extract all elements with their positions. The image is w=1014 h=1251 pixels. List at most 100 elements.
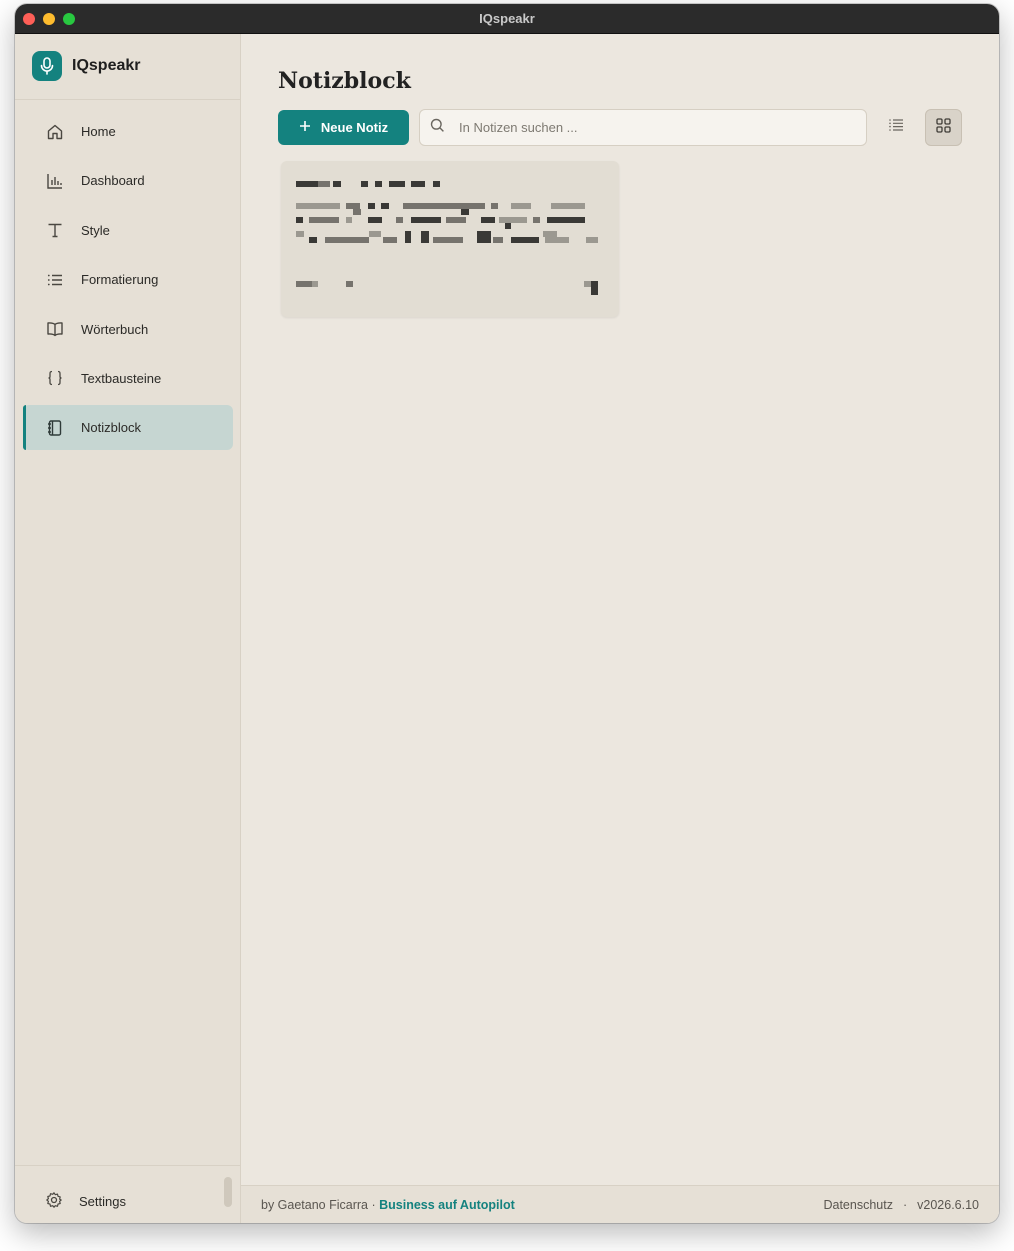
redacted-pixel-block xyxy=(325,237,369,243)
redacted-pixel-block xyxy=(361,181,368,187)
redacted-pixel-block xyxy=(551,203,585,209)
redacted-pixel-block xyxy=(446,217,466,223)
search-input[interactable] xyxy=(459,120,839,135)
list-view-button[interactable] xyxy=(881,112,911,142)
redacted-pixel-block xyxy=(346,217,352,223)
redacted-pixel-block xyxy=(296,181,318,187)
brand-name: IQspeakr xyxy=(72,57,141,74)
redacted-pixel-block xyxy=(346,281,353,287)
new-note-button[interactable]: Neue Notiz xyxy=(278,110,409,145)
redacted-pixel-block xyxy=(533,217,540,223)
redacted-pixel-block xyxy=(309,237,317,243)
redacted-pixel-block xyxy=(511,203,531,209)
redacted-pixel-block xyxy=(296,203,340,209)
text-t-icon xyxy=(45,220,65,240)
microphone-icon xyxy=(32,51,62,81)
divider xyxy=(15,99,240,100)
footer-separator: · xyxy=(902,1198,908,1212)
redacted-pixel-block xyxy=(493,237,503,243)
search-box xyxy=(419,109,867,146)
redacted-pixel-block xyxy=(333,181,341,187)
grid-view-icon xyxy=(936,117,951,138)
redacted-pixel-block xyxy=(403,203,485,209)
redacted-pixel-block xyxy=(591,281,598,295)
redacted-pixel-block xyxy=(461,209,469,215)
redacted-pixel-block xyxy=(296,231,304,237)
gear-icon xyxy=(45,1191,63,1212)
sidebar-item-label: Formatierung xyxy=(81,272,159,288)
redacted-pixel-block xyxy=(309,217,339,223)
plus-icon xyxy=(299,120,311,135)
sidebar-item-label: Home xyxy=(81,124,116,139)
redacted-pixel-block xyxy=(481,217,495,223)
sidebar-item-label: Notizblock xyxy=(81,420,141,436)
sidebar-item-style[interactable]: Style xyxy=(23,208,233,253)
redacted-pixel-block xyxy=(433,237,463,243)
redacted-pixel-block xyxy=(411,217,441,223)
bar-chart-icon xyxy=(45,171,65,191)
redacted-pixel-block xyxy=(368,203,375,209)
privacy-link[interactable]: Datenschutz xyxy=(823,1198,892,1212)
book-icon xyxy=(45,319,65,339)
sidebar-item-label: Textbausteine xyxy=(81,370,162,386)
braces-icon xyxy=(45,368,65,388)
sidebar-item-woerterbuch[interactable]: Wörterbuch xyxy=(23,307,233,352)
redacted-pixel-block xyxy=(433,181,440,187)
footer-meta: Datenschutz · v2026.6.10 xyxy=(823,1198,979,1212)
grid-view-button[interactable] xyxy=(925,109,962,146)
redacted-pixel-block xyxy=(405,231,411,243)
sidebar: IQspeakr Home Dashboard Style Formatieru… xyxy=(15,34,241,1223)
redacted-pixel-block xyxy=(375,181,382,187)
list-icon xyxy=(45,270,65,290)
version-label: v2026.6.10 xyxy=(917,1198,979,1212)
redacted-pixel-block xyxy=(312,281,318,287)
redacted-pixel-block xyxy=(477,231,491,243)
redacted-pixel-block xyxy=(383,237,397,243)
redacted-pixel-block xyxy=(353,209,361,215)
redacted-pixel-block xyxy=(369,231,381,237)
sidebar-item-label: Wörterbuch xyxy=(81,321,149,337)
new-note-label: Neue Notiz xyxy=(320,120,389,135)
redacted-pixel-block xyxy=(545,237,569,243)
brand: IQspeakr xyxy=(32,51,140,81)
redacted-pixel-block xyxy=(547,217,585,223)
home-icon xyxy=(45,122,65,142)
footer: by Gaetano Ficarra · Business auf Autopi… xyxy=(241,1185,999,1223)
redacted-pixel-block xyxy=(318,181,330,187)
title-bar: IQspeakr xyxy=(15,4,999,34)
sidebar-item-formatierung[interactable]: Formatierung xyxy=(23,257,233,302)
sidebar-item-label: Style xyxy=(81,222,110,238)
search-icon xyxy=(430,118,445,138)
sidebar-item-textbausteine[interactable]: Textbausteine xyxy=(23,356,233,401)
redacted-pixel-block xyxy=(586,237,598,243)
divider xyxy=(15,1165,240,1166)
redacted-pixel-block xyxy=(368,217,382,223)
list-view-icon xyxy=(888,118,904,137)
footer-by-text: by Gaetano Ficarra · xyxy=(261,1198,380,1212)
sidebar-nav: Home Dashboard Style Formatierung Wörter… xyxy=(23,109,233,455)
settings-label: Settings xyxy=(79,1193,126,1209)
sidebar-item-notizblock[interactable]: Notizblock xyxy=(23,405,233,451)
sidebar-item-dashboard[interactable]: Dashboard xyxy=(23,158,233,203)
sidebar-item-home[interactable]: Home xyxy=(23,109,233,154)
redacted-pixel-block xyxy=(505,223,511,229)
redacted-pixel-block xyxy=(381,203,389,209)
redacted-pixel-block xyxy=(511,237,539,243)
redacted-pixel-block xyxy=(499,217,527,223)
app-window: IQspeakr IQspeakr Home Dashboard Style F… xyxy=(15,4,999,1223)
sidebar-scrollbar[interactable] xyxy=(224,1177,232,1207)
redacted-pixel-block xyxy=(421,231,429,243)
footer-credits: by Gaetano Ficarra · Business auf Autopi… xyxy=(261,1198,515,1212)
settings-button[interactable]: Settings xyxy=(45,1191,126,1211)
window-title: IQspeakr xyxy=(479,11,535,26)
notebook-icon xyxy=(45,418,65,438)
redacted-pixel-block xyxy=(411,181,425,187)
page-title: Notizblock xyxy=(278,68,411,94)
note-card[interactable] xyxy=(281,161,619,317)
redacted-pixel-block xyxy=(396,217,403,223)
redacted-pixel-block xyxy=(296,217,303,223)
redacted-pixel-block xyxy=(389,181,405,187)
main-content: Notizblock Neue Notiz In Notizen suchen … xyxy=(241,34,999,1223)
sidebar-item-label: Dashboard xyxy=(81,173,145,189)
footer-business-link[interactable]: Business auf Autopilot xyxy=(379,1198,515,1212)
